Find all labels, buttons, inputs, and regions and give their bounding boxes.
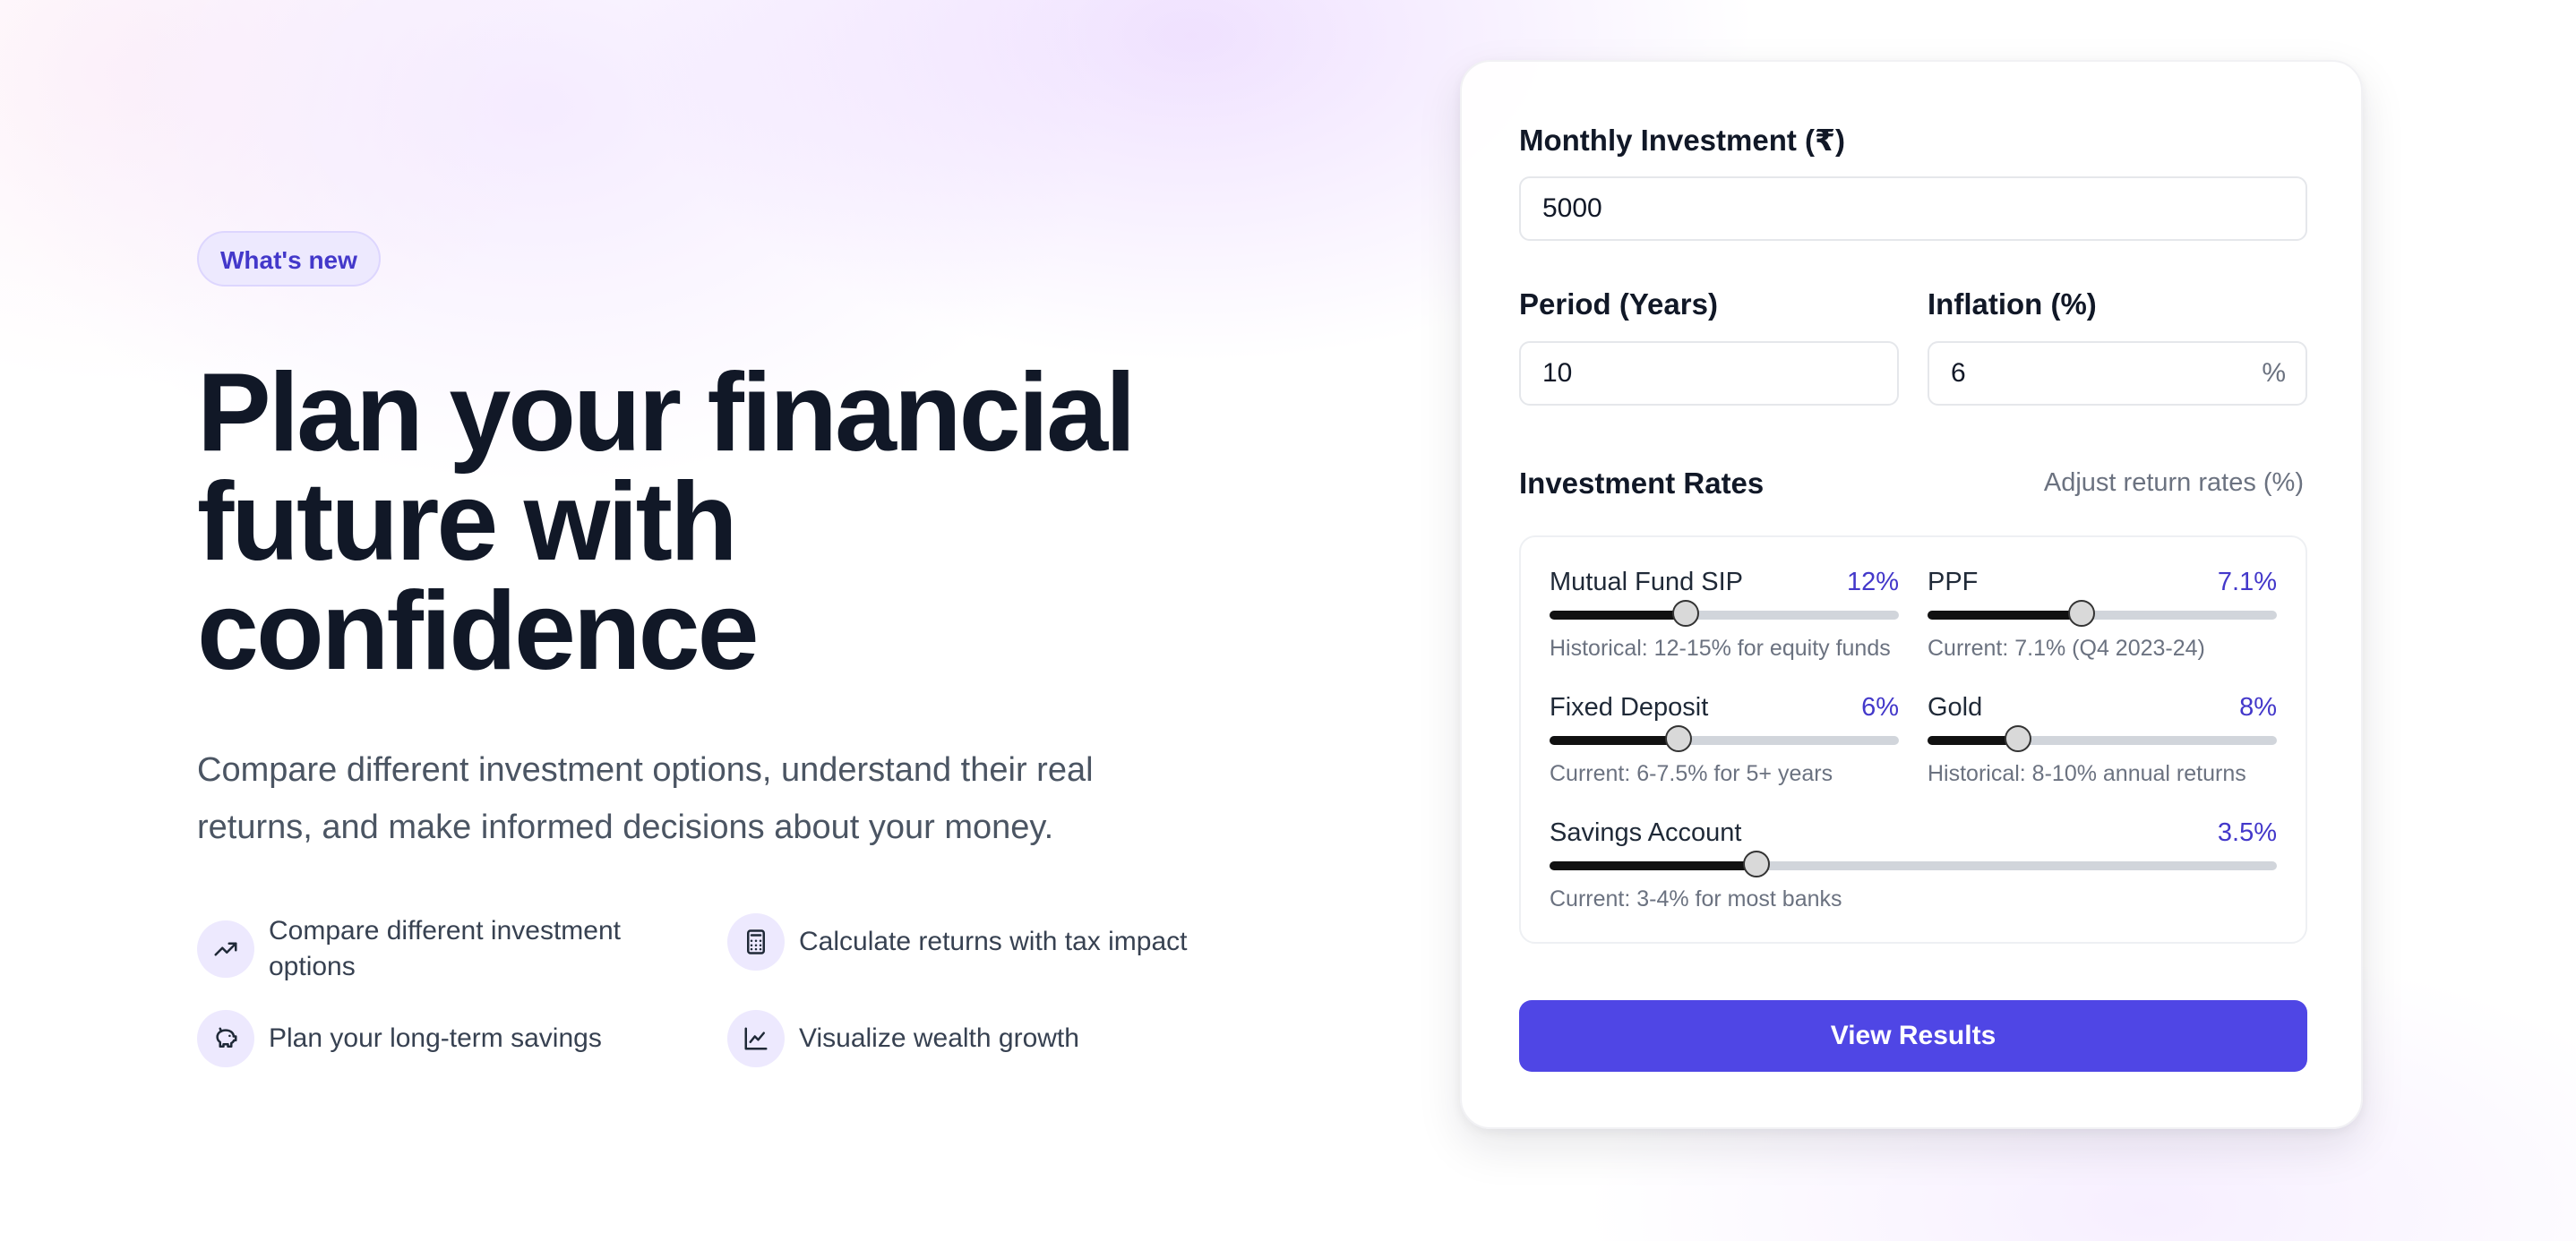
rate-note: Current: 6-7.5% for 5+ years: [1550, 761, 1833, 786]
monthly-investment-value: 5000: [1542, 193, 1602, 223]
slider-thumb[interactable]: [1743, 851, 1771, 877]
period-label: Period (Years): [1519, 287, 1718, 321]
page-title: Plan your financial future with confiden…: [197, 351, 1137, 693]
slider-thumb[interactable]: [1665, 725, 1693, 752]
hero-description: Compare different investment options, un…: [197, 751, 1094, 846]
calculator-card: Monthly Investment (₹) 5000 Period (Year…: [1460, 60, 2363, 1129]
rate-name: Mutual Fund SIP: [1550, 568, 1743, 596]
slider-thumb[interactable]: [2067, 600, 2095, 627]
feature-list: Compare different investment options Cal…: [197, 913, 1227, 1074]
rate-name: Fixed Deposit: [1550, 693, 1709, 722]
rate-slider[interactable]: [1550, 851, 2277, 877]
rate-value: 12%: [1846, 568, 1899, 596]
percent-suffix: %: [2262, 358, 2286, 388]
feature-text: Calculate returns with tax impact: [799, 927, 1188, 956]
rate-value: 6%: [1861, 693, 1899, 722]
period-value: 10: [1542, 358, 1573, 388]
rate-value: 3.5%: [2217, 818, 2277, 847]
rate-note: Historical: 8-10% annual returns: [1928, 761, 2246, 786]
investment-rates-subtitle: Adjust return rates (%): [2043, 468, 2304, 497]
trending-up-icon: [197, 920, 254, 978]
rate-name: Savings Account: [1550, 818, 1742, 847]
rate-slider[interactable]: [1928, 600, 2277, 627]
monthly-investment-label: Monthly Investment (₹): [1519, 124, 1845, 157]
slider-fill: [1550, 861, 1757, 870]
investment-rates-panel: Mutual Fund SIP 12% Historical: 12-15% f…: [1519, 535, 2307, 944]
rate-slider[interactable]: [1550, 725, 1899, 752]
slider-thumb[interactable]: [1672, 600, 1700, 627]
feature-item-compare: Compare different investment options: [197, 913, 663, 985]
line-chart-icon: [727, 1010, 785, 1067]
rate-slider[interactable]: [1550, 600, 1899, 627]
rate-note: Current: 7.1% (Q4 2023-24): [1928, 636, 2205, 661]
whats-new-badge[interactable]: What's new: [197, 231, 381, 287]
rate-name: PPF: [1928, 568, 1979, 596]
rate-note: Current: 3-4% for most banks: [1550, 886, 1842, 911]
slider-fill: [1550, 611, 1687, 620]
feature-item-visualize: Visualize wealth growth: [727, 1010, 1229, 1067]
rate-value: 8%: [2239, 693, 2277, 722]
piggy-bank-icon: [197, 1010, 254, 1067]
monthly-investment-input[interactable]: 5000: [1519, 176, 2307, 241]
slider-fill: [1550, 736, 1679, 745]
inflation-input[interactable]: 6 %: [1928, 341, 2307, 406]
inflation-label: Inflation (%): [1928, 287, 2097, 321]
hero-section: What's new Plan your financial future wi…: [197, 231, 1272, 856]
feature-text: Compare different investment options: [269, 916, 621, 981]
investment-rates-title: Investment Rates: [1519, 466, 1765, 500]
rate-note: Historical: 12-15% for equity funds: [1550, 636, 1891, 661]
calculator-icon: [727, 913, 785, 971]
rate-value: 7.1%: [2217, 568, 2277, 596]
feature-text: Plan your long-term savings: [269, 1023, 602, 1053]
inflation-value: 6: [1951, 358, 1966, 388]
feature-item-tax: Calculate returns with tax impact: [727, 913, 1229, 971]
feature-text: Visualize wealth growth: [799, 1023, 1079, 1053]
period-input[interactable]: 10: [1519, 341, 1899, 406]
rate-name: Gold: [1928, 693, 1983, 722]
view-results-button[interactable]: View Results: [1519, 1000, 2307, 1072]
slider-fill: [1928, 611, 2082, 620]
feature-item-savings: Plan your long-term savings: [197, 1010, 663, 1067]
rate-slider[interactable]: [1928, 725, 2277, 752]
slider-thumb[interactable]: [2005, 725, 2032, 752]
